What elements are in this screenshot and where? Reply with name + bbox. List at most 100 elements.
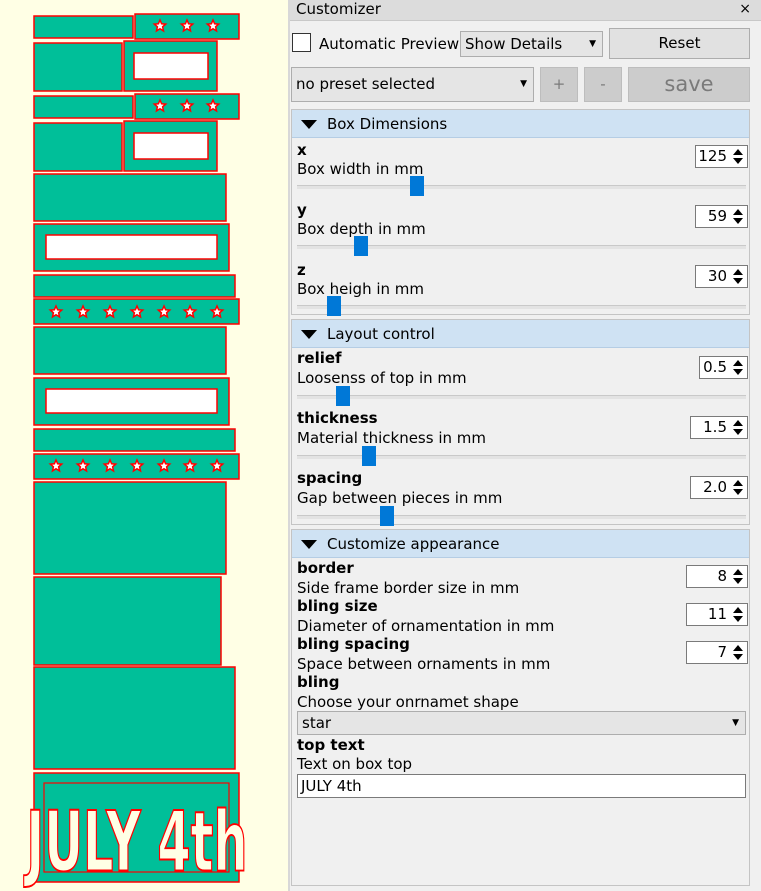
- param-y-name: y: [297, 201, 307, 219]
- save-preset-button[interactable]: save preset: [628, 67, 750, 129]
- param-thickness-name: thickness: [297, 409, 378, 427]
- spin-arrows-icon[interactable]: [731, 358, 746, 377]
- param-x-value: 125: [698, 147, 727, 165]
- param-thickness-desc: Material thickness in mm: [297, 429, 486, 447]
- group-header-customize-appearance[interactable]: Customize appearance: [292, 530, 749, 558]
- collapse-triangle-icon: [301, 120, 317, 129]
- bling-shape-select[interactable]: star ▼: [297, 711, 746, 735]
- param-border-desc: Side frame border size in mm: [297, 579, 520, 597]
- chevron-down-icon: ▼: [589, 39, 596, 49]
- param-relief-slider[interactable]: [297, 386, 746, 406]
- collapse-triangle-icon: [301, 540, 317, 549]
- piece-side-panel-2: [33, 122, 123, 172]
- param-bling-size-desc: Diameter of ornamentation in mm: [297, 617, 555, 635]
- spin-arrows-icon[interactable]: [731, 478, 746, 497]
- customizer-titlebar: Customizer ×: [290, 0, 761, 21]
- customizer-title: Customizer: [296, 0, 381, 18]
- customizer-panel: Customizer × Automatic Preview Show Deta…: [290, 0, 761, 891]
- param-x-slider[interactable]: [297, 176, 746, 196]
- preset-select[interactable]: no preset selected ▼: [291, 67, 534, 102]
- top-text-input[interactable]: JULY 4th: [297, 774, 746, 798]
- param-bling-spacing-desc: Space between ornaments in mm: [297, 655, 551, 673]
- piece-bottom: [33, 481, 227, 575]
- param-x-desc: Box width in mm: [297, 160, 424, 178]
- param-relief-desc: Loosenss of top in mm: [297, 369, 467, 387]
- spin-arrows-icon[interactable]: [731, 418, 746, 437]
- param-relief-name: relief: [297, 349, 342, 367]
- automatic-preview-label: Automatic Preview: [319, 35, 460, 53]
- group-box-dimensions: Box Dimensions x Box width in mm 125 y B…: [291, 109, 750, 316]
- group-title: Box Dimensions: [327, 115, 448, 133]
- spin-arrows-icon[interactable]: [731, 267, 746, 286]
- details-select-value: Show Details: [465, 35, 563, 53]
- param-bling-spacing-name: bling spacing: [297, 635, 410, 653]
- preview-viewport[interactable]: JULY 4th: [0, 0, 288, 891]
- slider-thumb[interactable]: [354, 236, 368, 256]
- group-title: Customize appearance: [327, 535, 500, 553]
- spin-arrows-icon[interactable]: [731, 643, 746, 662]
- preset-select-value: no preset selected: [296, 75, 436, 93]
- remove-preset-button[interactable]: -: [584, 67, 622, 102]
- param-thickness-value: 1.5: [703, 418, 727, 436]
- param-bling-name: bling: [297, 673, 340, 691]
- piece-side-strip-2: [33, 95, 134, 119]
- param-x-spinbox[interactable]: 125: [695, 145, 748, 168]
- group-customize-appearance: Customize appearance border Side frame b…: [291, 529, 750, 886]
- param-spacing-spinbox[interactable]: 2.0: [690, 476, 748, 499]
- chevron-down-icon: ▼: [732, 718, 739, 728]
- param-border-spinbox[interactable]: 8: [686, 565, 748, 588]
- param-z-desc: Box heigh in mm: [297, 280, 425, 298]
- preview-canvas: JULY 4th: [23, 13, 248, 891]
- spin-arrows-icon[interactable]: [731, 147, 746, 166]
- group-layout-control: Layout control relief Loosenss of top in…: [291, 319, 750, 526]
- spin-arrows-icon[interactable]: [731, 567, 746, 586]
- param-bling-spacing-value: 7: [717, 643, 727, 661]
- param-top-text-name: top text: [297, 736, 365, 754]
- param-y-slider[interactable]: [297, 236, 746, 256]
- collapse-triangle-icon: [301, 330, 317, 339]
- param-thickness-slider[interactable]: [297, 446, 746, 466]
- group-title: Layout control: [327, 325, 435, 343]
- param-x-name: x: [297, 141, 307, 159]
- param-top-text-desc: Text on box top: [297, 755, 413, 773]
- param-z-value: 30: [707, 267, 727, 285]
- slider-thumb[interactable]: [336, 386, 350, 406]
- param-z-spinbox[interactable]: 30: [695, 265, 748, 288]
- slider-thumb[interactable]: [410, 176, 424, 196]
- spin-arrows-icon[interactable]: [731, 605, 746, 624]
- reset-button[interactable]: Reset: [609, 28, 750, 59]
- param-z-slider[interactable]: [297, 296, 746, 316]
- param-relief-spinbox[interactable]: 0.5: [699, 356, 748, 379]
- chevron-down-icon: ▼: [520, 79, 527, 89]
- param-y-spinbox[interactable]: 59: [695, 205, 748, 228]
- param-relief-value: 0.5: [703, 358, 727, 376]
- slider-thumb[interactable]: [380, 506, 394, 526]
- window-cutout-2: [133, 132, 209, 160]
- param-bling-spacing-spinbox[interactable]: 7: [686, 641, 748, 664]
- slider-thumb[interactable]: [362, 446, 376, 466]
- param-bling-size-spinbox[interactable]: 11: [686, 603, 748, 626]
- add-preset-button[interactable]: +: [540, 67, 578, 102]
- param-spacing-slider[interactable]: [297, 506, 746, 526]
- piece-long-panel-2: [33, 326, 227, 375]
- param-bling-size-value: 11: [707, 605, 727, 623]
- param-z-name: z: [297, 261, 306, 279]
- piece-side-panel-1: [33, 42, 123, 92]
- group-header-box-dimensions[interactable]: Box Dimensions: [292, 110, 749, 138]
- piece-long-strip-1: [33, 274, 236, 298]
- automatic-preview-checkbox[interactable]: [292, 33, 311, 52]
- top-text-value: JULY 4th: [301, 777, 362, 795]
- group-header-layout-control[interactable]: Layout control: [292, 320, 749, 348]
- piece-lid-inner: [33, 576, 222, 666]
- param-bling-size-name: bling size: [297, 597, 378, 615]
- piece-long-strip-2: [33, 428, 236, 452]
- piece-side-strip-1: [33, 15, 134, 39]
- param-thickness-spinbox[interactable]: 1.5: [690, 416, 748, 439]
- slider-thumb[interactable]: [327, 296, 341, 316]
- lid-text: JULY 4th: [24, 794, 248, 891]
- close-icon[interactable]: ×: [739, 0, 751, 18]
- bling-shape-value: star: [302, 714, 332, 732]
- piece-lid-outer: [33, 666, 236, 770]
- spin-arrows-icon[interactable]: [731, 207, 746, 226]
- details-select[interactable]: Show Details ▼: [460, 31, 603, 57]
